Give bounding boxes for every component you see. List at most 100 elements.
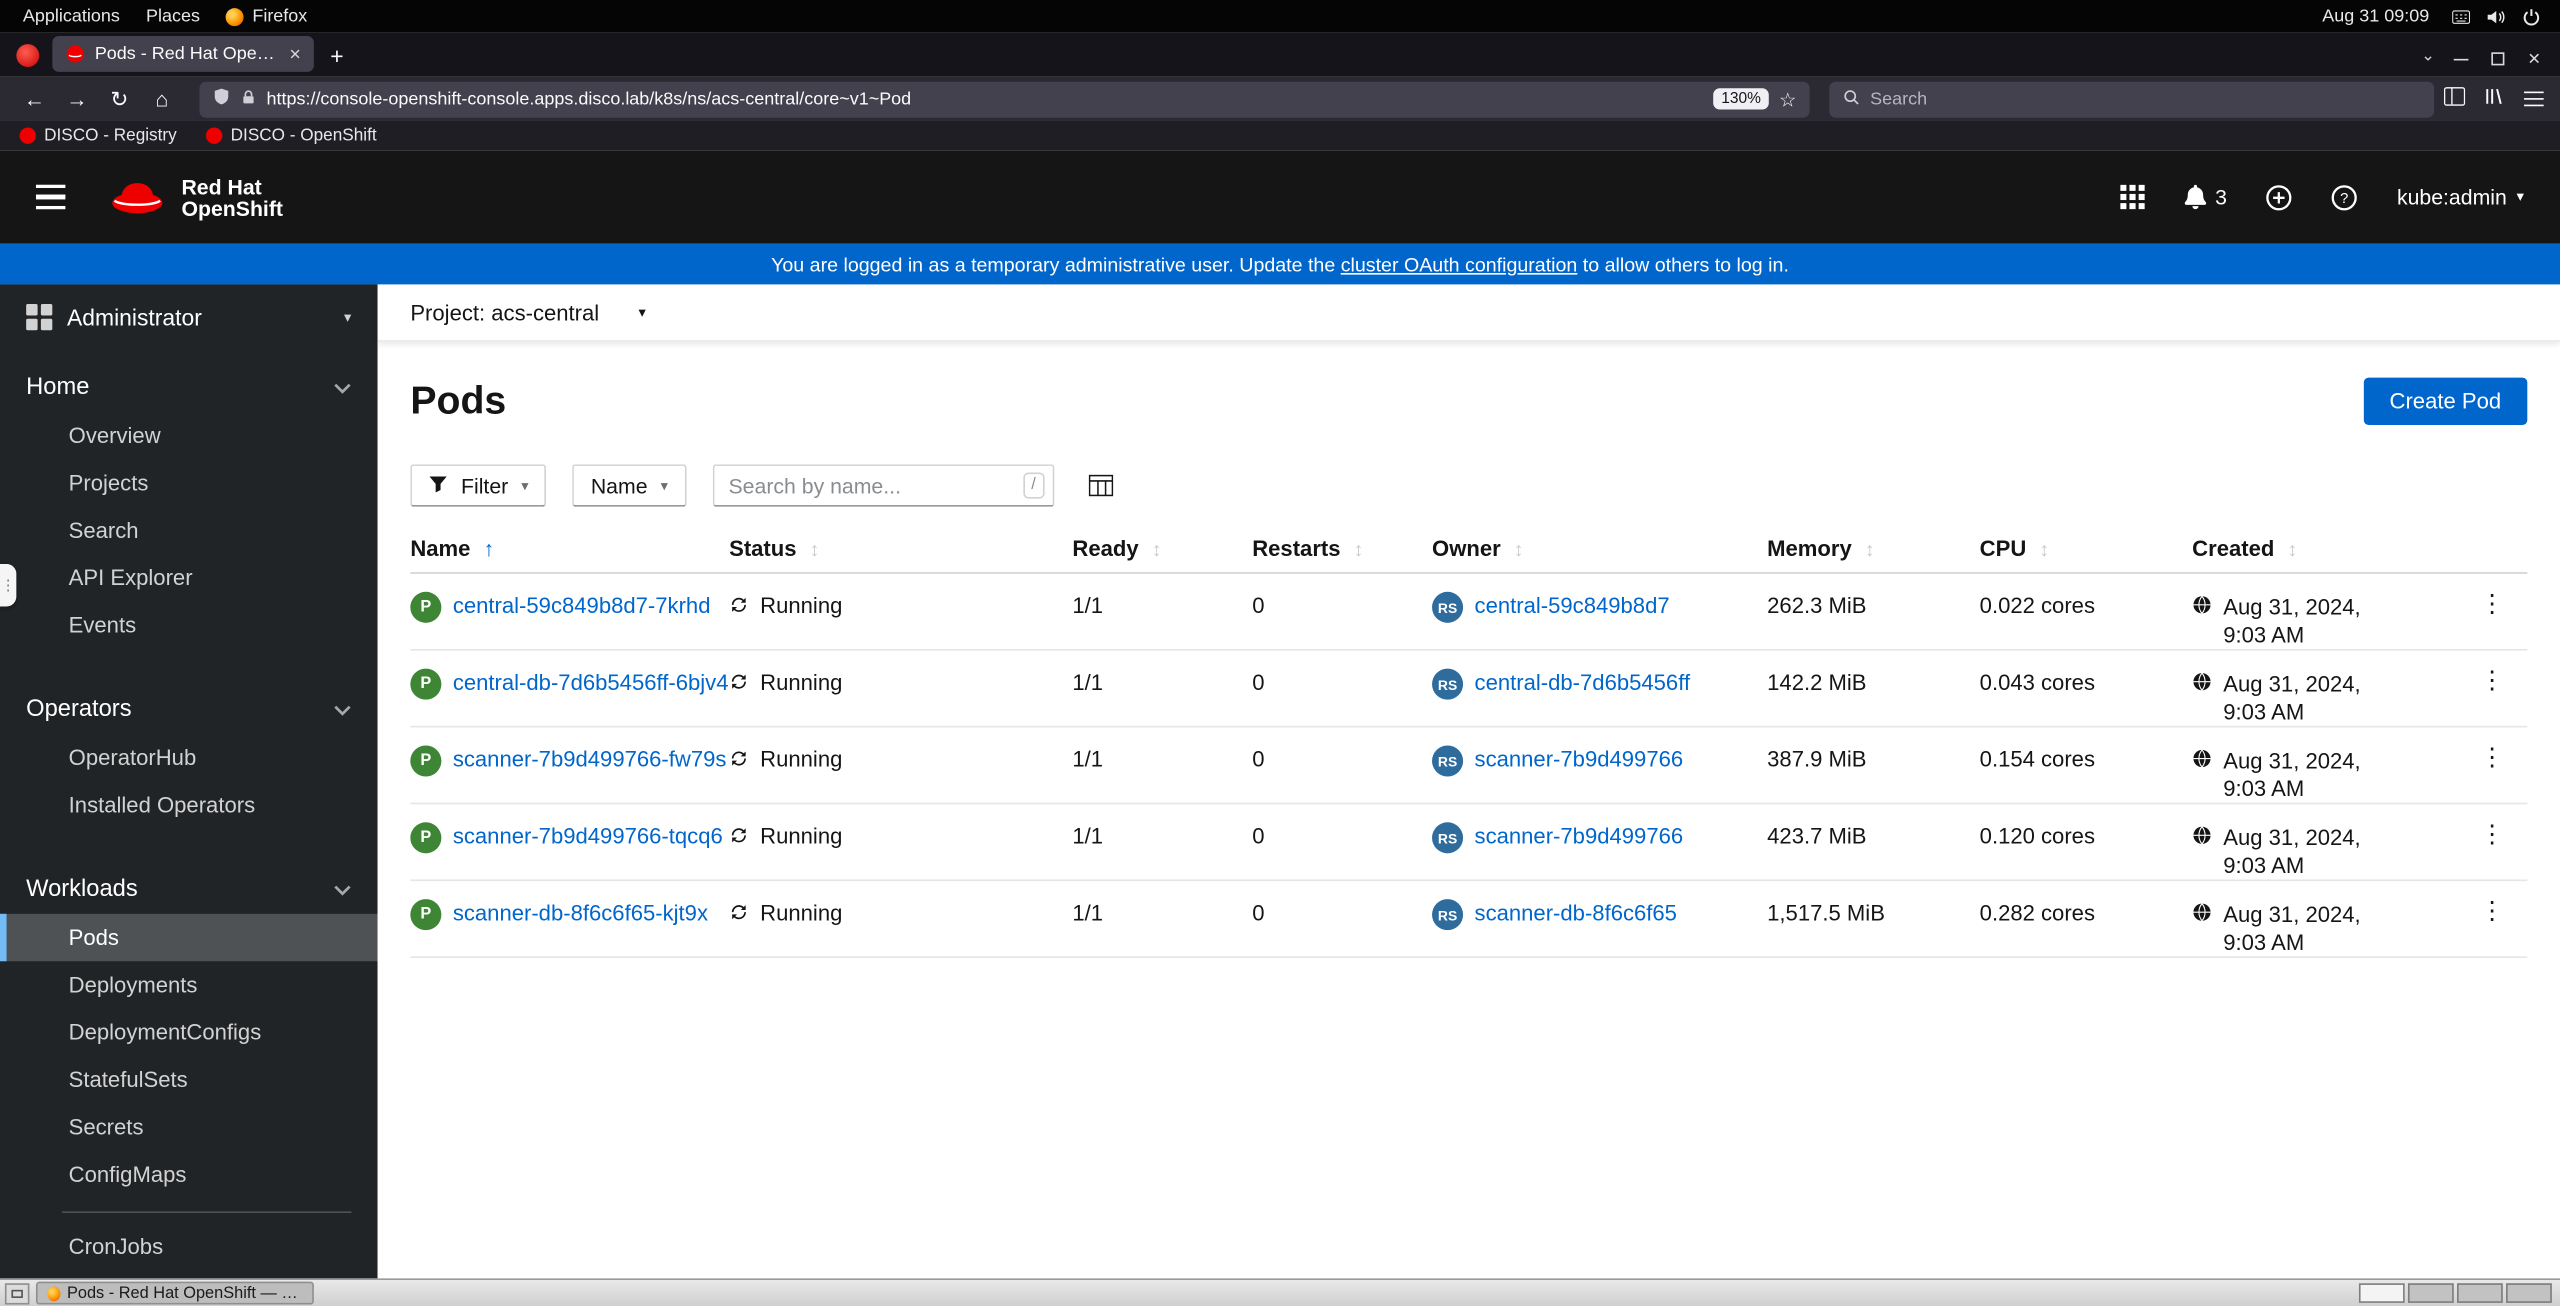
perspective-switcher[interactable]: Administrator ▾ bbox=[0, 284, 378, 346]
owner-link[interactable]: central-59c849b8d7 bbox=[1475, 593, 1670, 618]
user-menu[interactable]: kube:admin ▾ bbox=[2397, 185, 2524, 210]
tab-close-icon[interactable]: × bbox=[289, 43, 300, 66]
sidebar-item-search[interactable]: Search bbox=[0, 507, 378, 554]
library-icon[interactable] bbox=[2485, 84, 2505, 113]
pod-name-link[interactable]: scanner-db-8f6c6f65-kjt9x bbox=[453, 901, 708, 926]
sidebar-item-deployments[interactable]: Deployments bbox=[0, 961, 378, 1008]
kebab-menu-button[interactable]: ⋮ bbox=[2480, 592, 2505, 617]
notifications-bell-icon[interactable]: 3 bbox=[2184, 184, 2227, 210]
sidebar-item-deploymentconfigs[interactable]: DeploymentConfigs bbox=[0, 1009, 378, 1056]
owner-link[interactable]: scanner-db-8f6c6f65 bbox=[1475, 901, 1677, 926]
browser-tab[interactable]: Pods - Red Hat OpenShift × bbox=[52, 35, 314, 72]
column-header-status[interactable]: Status ↕ bbox=[729, 536, 1072, 561]
bookmark-star-icon[interactable]: ☆ bbox=[1779, 87, 1797, 110]
sort-icon[interactable]: ↕ bbox=[2287, 537, 2297, 560]
sidebar-section-operators[interactable]: Operators bbox=[0, 685, 378, 734]
sort-icon[interactable]: ↕ bbox=[1152, 537, 1162, 560]
keyboard-icon[interactable] bbox=[2452, 9, 2471, 24]
column-header-cpu[interactable]: CPU ↕ bbox=[1980, 536, 2193, 561]
window-list-applet-icon[interactable] bbox=[4, 1282, 30, 1304]
forward-button[interactable]: → bbox=[59, 81, 95, 117]
new-tab-button[interactable]: + bbox=[330, 43, 343, 69]
system-clock[interactable]: Aug 31 09:09 bbox=[2322, 7, 2429, 27]
manage-columns-button[interactable] bbox=[1079, 464, 1123, 507]
window-maximize-button[interactable] bbox=[2492, 52, 2506, 66]
sidebar-item-events[interactable]: Events bbox=[0, 602, 378, 649]
kebab-menu-button[interactable]: ⋮ bbox=[2480, 899, 2505, 924]
places-menu[interactable]: Places bbox=[133, 0, 213, 33]
applications-menu[interactable]: Applications bbox=[10, 0, 133, 33]
sidebar-item-overview[interactable]: Overview bbox=[0, 412, 378, 459]
sort-icon[interactable]: ↕ bbox=[1865, 537, 1875, 560]
pod-name-link[interactable]: central-59c849b8d7-7krhd bbox=[453, 593, 711, 618]
quick-create-plus-icon[interactable] bbox=[2266, 184, 2292, 210]
cluster-oauth-configuration-link[interactable]: cluster OAuth configuration bbox=[1341, 253, 1578, 276]
sidebar-item-cronjobs[interactable]: CronJobs bbox=[0, 1223, 378, 1270]
column-header-name[interactable]: Name ↑ bbox=[410, 536, 729, 561]
back-button[interactable]: ← bbox=[16, 81, 52, 117]
zoom-level-badge[interactable]: 130% bbox=[1713, 88, 1770, 110]
power-icon[interactable] bbox=[2522, 7, 2540, 25]
sidebar-item-projects[interactable]: Projects bbox=[0, 459, 378, 506]
workspace-1[interactable] bbox=[2358, 1283, 2405, 1303]
window-close-button[interactable]: × bbox=[2528, 47, 2540, 68]
workspace-3[interactable] bbox=[2457, 1283, 2503, 1303]
help-question-icon[interactable]: ? bbox=[2332, 184, 2358, 210]
sidebar-item-installed-operators[interactable]: Installed Operators bbox=[0, 781, 378, 828]
column-header-owner[interactable]: Owner ↕ bbox=[1432, 536, 1767, 561]
pod-name-link[interactable]: central-db-7d6b5456ff-6bjv4 bbox=[453, 670, 729, 695]
column-header-created[interactable]: Created ↕ bbox=[2192, 536, 2437, 561]
hamburger-menu-icon[interactable] bbox=[2524, 91, 2544, 107]
search-attribute-dropdown[interactable]: Name ▾ bbox=[572, 464, 687, 507]
sidebar-icon[interactable] bbox=[2443, 84, 2466, 113]
sidebar-item-operatorhub[interactable]: OperatorHub bbox=[0, 734, 378, 781]
kebab-menu-button[interactable]: ⋮ bbox=[2480, 822, 2505, 847]
bookmark-disco-registry[interactable]: DISCO - Registry bbox=[19, 126, 177, 145]
project-selector[interactable]: Project: acs-central ▾ bbox=[377, 284, 2560, 342]
pods-search-input[interactable] bbox=[712, 464, 1054, 507]
reload-button[interactable]: ↻ bbox=[101, 81, 137, 117]
sort-icon[interactable]: ↕ bbox=[810, 537, 820, 560]
column-header-ready[interactable]: Ready ↕ bbox=[1072, 536, 1252, 561]
url-bar[interactable]: 130% ☆ bbox=[199, 80, 1810, 117]
column-header-restarts[interactable]: Restarts ↕ bbox=[1252, 536, 1432, 561]
sort-ascending-icon[interactable]: ↑ bbox=[484, 536, 495, 561]
sidebar-section-workloads[interactable]: Workloads bbox=[0, 865, 378, 914]
sidebar-item-api-explorer[interactable]: API Explorer bbox=[0, 554, 378, 601]
tracking-shield-icon[interactable] bbox=[213, 84, 231, 113]
list-all-tabs-icon[interactable]: ⌄ bbox=[2421, 47, 2435, 65]
column-header-memory[interactable]: Memory ↕ bbox=[1767, 536, 1980, 561]
owner-link[interactable]: scanner-7b9d499766 bbox=[1475, 824, 1684, 849]
pod-name-link[interactable]: scanner-7b9d499766-fw79s bbox=[453, 747, 727, 772]
sort-icon[interactable]: ↕ bbox=[1514, 537, 1524, 560]
lock-icon[interactable] bbox=[240, 84, 256, 113]
workspace-2[interactable] bbox=[2407, 1283, 2454, 1303]
firefox-app-menu[interactable]: Firefox bbox=[213, 0, 320, 33]
filter-dropdown[interactable]: Filter ▾ bbox=[410, 464, 547, 507]
sidebar-section-home[interactable]: Home bbox=[0, 363, 378, 412]
owner-link[interactable]: scanner-7b9d499766 bbox=[1475, 747, 1684, 772]
create-pod-button[interactable]: Create Pod bbox=[2363, 377, 2528, 426]
workspace-4[interactable] bbox=[2506, 1283, 2552, 1303]
sort-icon[interactable]: ↕ bbox=[1354, 537, 1364, 560]
sidebar-item-secrets[interactable]: Secrets bbox=[0, 1103, 378, 1150]
owner-link[interactable]: central-db-7d6b5456ff bbox=[1475, 670, 1691, 695]
home-button[interactable]: ⌂ bbox=[144, 81, 180, 117]
url-input[interactable] bbox=[266, 89, 1704, 109]
browser-search-input[interactable] bbox=[1870, 89, 2422, 109]
app-launcher-grid-icon[interactable] bbox=[2120, 184, 2145, 210]
kebab-menu-button[interactable]: ⋮ bbox=[2480, 745, 2505, 770]
sidebar-item-statefulsets[interactable]: StatefulSets bbox=[0, 1056, 378, 1103]
pod-name-link[interactable]: scanner-7b9d499766-tqcq6 bbox=[453, 824, 723, 849]
window-minimize-button[interactable] bbox=[2454, 58, 2470, 60]
sidebar-item-pods[interactable]: Pods bbox=[0, 913, 378, 962]
kebab-menu-button[interactable]: ⋮ bbox=[2480, 669, 2505, 694]
sort-icon[interactable]: ↕ bbox=[2039, 537, 2049, 560]
taskbar-window-button[interactable]: Pods - Red Hat OpenShift — Mozil... bbox=[35, 1281, 314, 1305]
nav-drag-handle[interactable]: ⋮ bbox=[0, 563, 17, 607]
volume-icon[interactable] bbox=[2486, 7, 2506, 25]
firefox-view-icon[interactable] bbox=[16, 44, 40, 68]
browser-search-bar[interactable] bbox=[1829, 80, 2435, 117]
bookmark-disco-openshift[interactable]: DISCO - OpenShift bbox=[206, 126, 377, 145]
nav-toggle-hamburger-icon[interactable] bbox=[35, 184, 66, 210]
